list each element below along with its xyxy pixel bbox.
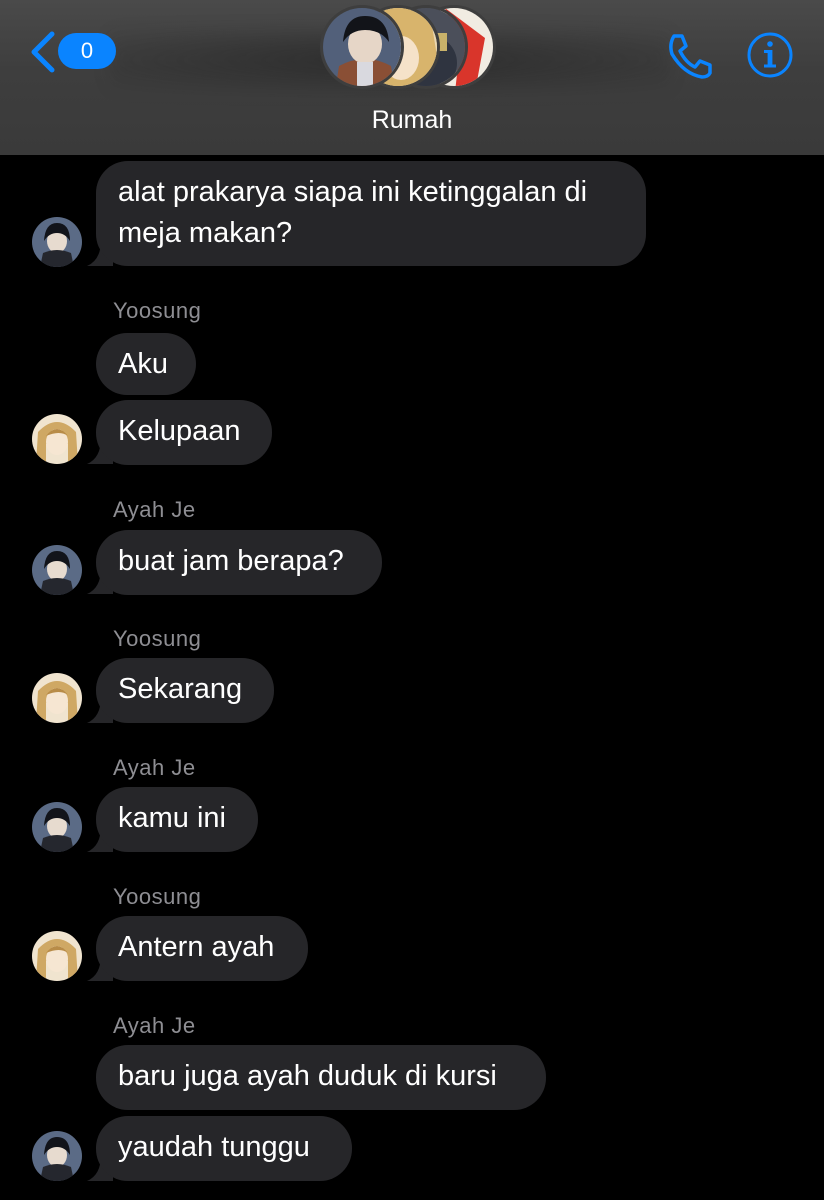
call-button[interactable] [664,30,716,82]
avatar-ayah-je[interactable] [32,1131,82,1181]
message-bubble[interactable]: yaudah tunggu [96,1116,352,1181]
group-name: Rumah [371,106,453,134]
message-bubble[interactable]: buat jam berapa? [96,530,382,595]
message-bubble[interactable]: Antern ayah [96,916,308,981]
unread-count-badge: 0 [58,33,116,69]
message-bubble[interactable]: alat prakarya siapa ini ketinggalan di m… [96,161,646,266]
message-bubble[interactable]: baru juga ayah duduk di kursi [96,1045,546,1110]
message-bubble[interactable]: kamu ini [96,787,258,852]
sender-name: Ayah Je [113,1013,196,1038]
sender-name: Yoosung [113,298,202,323]
avatar-ayah-je[interactable] [32,545,82,595]
message-bubble[interactable]: Kelupaan [96,400,272,465]
sender-name: Yoosung [113,626,202,651]
group-avatar-stack[interactable] [320,5,500,95]
avatar-yoosung[interactable] [32,673,82,723]
group-member-avatar [320,5,404,89]
back-button[interactable]: 0 [28,30,116,74]
sender-name: Ayah Je [113,497,196,522]
chat-header: 0 Rumah [0,0,824,155]
avatar-yoosung[interactable] [32,931,82,981]
avatar-ayah-je[interactable] [32,802,82,852]
sender-name: Ayah Je [113,755,196,780]
sender-name: Yoosung [113,884,202,909]
chevron-left-icon [31,31,55,73]
avatar-ayah-je[interactable] [32,217,82,267]
message-bubble[interactable]: Aku [96,333,196,395]
info-icon [747,32,793,78]
info-button[interactable] [745,30,795,80]
phone-icon [669,34,712,79]
message-bubble[interactable]: Sekarang [96,658,274,723]
avatar-yoosung[interactable] [32,414,82,464]
